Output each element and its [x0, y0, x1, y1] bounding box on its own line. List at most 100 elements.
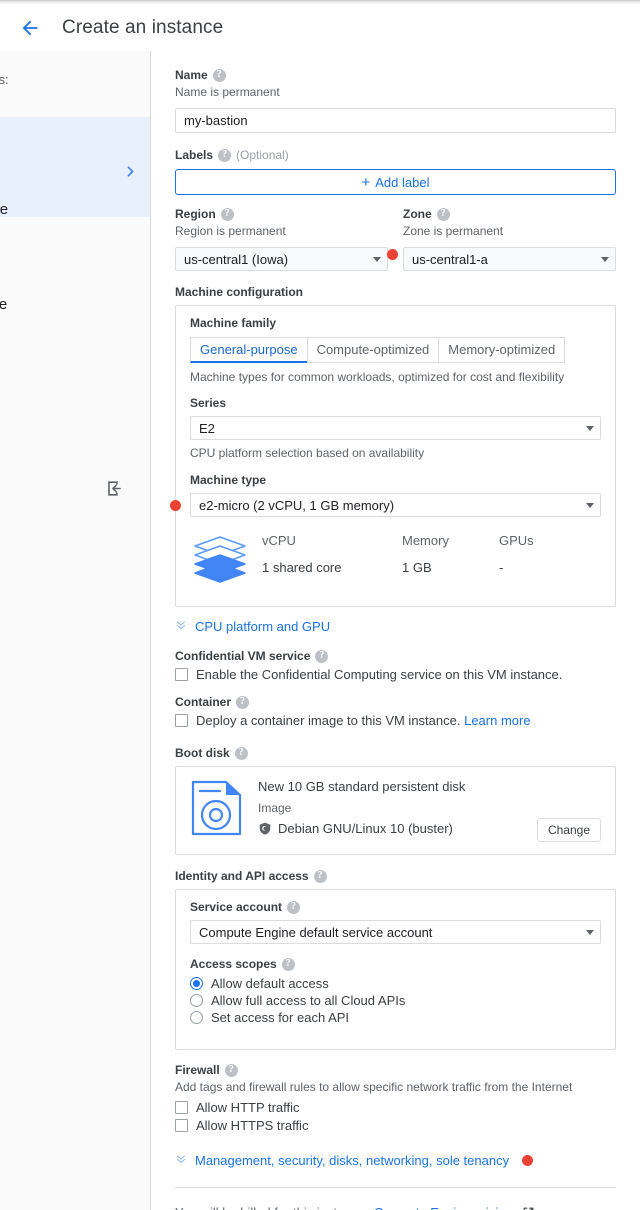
import-app-icon: [105, 479, 124, 503]
series-select[interactable]: E2: [190, 416, 601, 440]
spec-gpus-key: GPUs: [499, 533, 534, 548]
radio-label: Allow default access: [211, 976, 329, 991]
tab-memory-optimized[interactable]: Memory-optimized: [438, 337, 565, 363]
spec-vcpu-key: vCPU: [262, 533, 402, 548]
boot-disk-image-name: Debian GNU/Linux 10 (buster): [278, 821, 453, 836]
help-icon[interactable]: ?: [315, 650, 328, 663]
firewall-https-row[interactable]: Allow HTTPS traffic: [175, 1118, 616, 1133]
zone-label-text: Zone: [403, 207, 432, 221]
radio-allow-default-access[interactable]: Allow default access: [190, 976, 601, 991]
radio-set-access-each-api[interactable]: Set access for each API: [190, 1010, 601, 1025]
firewall-label: Firewall ?: [175, 1063, 616, 1077]
radio-button[interactable]: [190, 977, 203, 990]
boot-disk-panel: New 10 GB standard persistent disk Image…: [175, 766, 616, 855]
help-icon[interactable]: ?: [225, 1064, 238, 1077]
series-description: CPU platform selection based on availabi…: [190, 446, 601, 461]
radio-button[interactable]: [190, 1011, 203, 1024]
management-expander[interactable]: Management, security, disks, networking,…: [175, 1153, 616, 1168]
spec-vcpu-value: 1 shared core: [262, 560, 402, 575]
region-select[interactable]: us-central1 (Iowa): [175, 247, 388, 271]
help-icon[interactable]: ?: [287, 901, 300, 914]
sidebar-item-title: n machine: [0, 296, 151, 313]
sidebar-item-title: n template: [0, 201, 151, 218]
zone-hint: Zone is permanent: [403, 224, 616, 239]
access-scopes-label-text: Access scopes: [190, 957, 277, 971]
region-select-value: us-central1 (Iowa): [184, 252, 288, 267]
radio-button[interactable]: [190, 994, 203, 1007]
firewall-label-text: Firewall: [175, 1063, 220, 1077]
tab-compute-optimized[interactable]: Compute-optimized: [307, 337, 440, 363]
service-account-label-text: Service account: [190, 900, 282, 914]
series-label: Series: [190, 396, 601, 410]
tab-general-purpose[interactable]: General-purpose: [190, 337, 308, 363]
confidential-vm-checkbox[interactable]: [175, 668, 188, 681]
help-icon[interactable]: ?: [221, 208, 234, 221]
container-checkbox[interactable]: [175, 714, 188, 727]
boot-disk-image-label: Image: [258, 801, 537, 815]
spec-vcpu: vCPU 1 shared core: [262, 533, 402, 575]
zone-label: Zone ?: [403, 207, 616, 221]
plus-icon: +: [362, 175, 371, 190]
radio-label: Set access for each API: [211, 1010, 349, 1025]
sidebar-item-from-template[interactable]: n template rom: [0, 201, 151, 236]
sidebar-item-subtitle: onto: [0, 441, 151, 455]
boot-disk-change-button[interactable]: Change: [537, 818, 601, 842]
container-checkbox-row[interactable]: Deploy a container image to this VM inst…: [175, 713, 616, 728]
zone-select[interactable]: us-central1-a: [403, 247, 616, 271]
sidebar-item-subtitle: rom: [0, 340, 151, 354]
machine-type-label: Machine type: [190, 473, 601, 487]
confidential-vm-checkbox-row[interactable]: Enable the Confidential Computing servic…: [175, 667, 616, 682]
container-learn-more-link[interactable]: Learn more: [464, 713, 530, 728]
help-icon[interactable]: ?: [437, 208, 450, 221]
service-account-label: Service account ?: [190, 900, 601, 914]
boot-disk-title: New 10 GB standard persistent disk: [258, 779, 537, 794]
help-icon[interactable]: ?: [235, 747, 248, 760]
name-input[interactable]: my-bastion: [175, 108, 616, 133]
sidebar-item-from-machine-image[interactable]: n machine rom: [0, 296, 151, 354]
container-label-text: Container: [175, 695, 231, 709]
region-hint: Region is permanent: [175, 224, 403, 239]
chevron-down-icon: [586, 503, 594, 508]
container-checkbox-label: Deploy a container image to this VM inst…: [196, 713, 460, 728]
boot-disk-label: Boot disk ?: [175, 746, 616, 760]
confidential-vm-checkbox-label: Enable the Confidential Computing servic…: [196, 667, 562, 682]
access-scopes-radio-group: Allow default access Allow full access t…: [190, 976, 601, 1025]
region-label-text: Region: [175, 207, 216, 221]
radio-allow-full-access[interactable]: Allow full access to all Cloud APIs: [190, 993, 601, 1008]
name-label: Name ?: [175, 68, 616, 82]
cpu-platform-expander-label: CPU platform and GPU: [195, 619, 330, 634]
sidebar-item-marketplace[interactable]: onto: [0, 437, 151, 455]
add-label-button[interactable]: + Add label: [175, 169, 616, 195]
identity-api-label: Identity and API access ?: [175, 869, 616, 883]
spec-memory-value: 1 GB: [402, 560, 499, 575]
firewall-http-row[interactable]: Allow HTTP traffic: [175, 1100, 616, 1115]
container-label: Container ?: [175, 695, 616, 709]
help-icon[interactable]: ?: [282, 958, 295, 971]
back-arrow-icon[interactable]: [10, 8, 50, 48]
billing-notice: You will be billed for this instance. Co…: [175, 1205, 616, 1210]
service-account-select[interactable]: Compute Engine default service account: [190, 920, 601, 944]
help-icon[interactable]: ?: [314, 870, 327, 883]
help-icon[interactable]: ?: [218, 149, 231, 162]
name-hint: Name is permanent: [175, 85, 616, 100]
sidebar-intro-text: he options:: [0, 72, 151, 87]
zone-required-indicator: [387, 249, 398, 260]
cpu-platform-expander[interactable]: CPU platform and GPU: [175, 619, 616, 634]
compute-engine-pricing-link[interactable]: Compute Engine pricing: [374, 1205, 513, 1210]
region-label: Region ?: [175, 207, 403, 221]
allow-https-checkbox[interactable]: [175, 1119, 188, 1132]
debian-shield-icon: [258, 821, 272, 836]
identity-api-panel: Service account ? Compute Engine default…: [175, 889, 616, 1050]
confidential-vm-label-text: Confidential VM service: [175, 649, 310, 663]
help-icon[interactable]: ?: [213, 69, 226, 82]
sidebar-item-subtitle: rom: [0, 222, 151, 236]
spec-gpus-value: -: [499, 560, 534, 575]
help-icon[interactable]: ?: [236, 696, 249, 709]
machine-configuration-panel: Machine family General-purpose Compute-o…: [175, 305, 616, 607]
machine-type-required-indicator: [170, 500, 181, 511]
chevron-down-icon: [601, 257, 609, 262]
machine-configuration-label: Machine configuration: [175, 285, 616, 299]
machine-type-select[interactable]: e2-micro (2 vCPU, 1 GB memory): [190, 493, 601, 517]
allow-http-checkbox[interactable]: [175, 1101, 188, 1114]
access-scopes-label: Access scopes ?: [190, 957, 601, 971]
